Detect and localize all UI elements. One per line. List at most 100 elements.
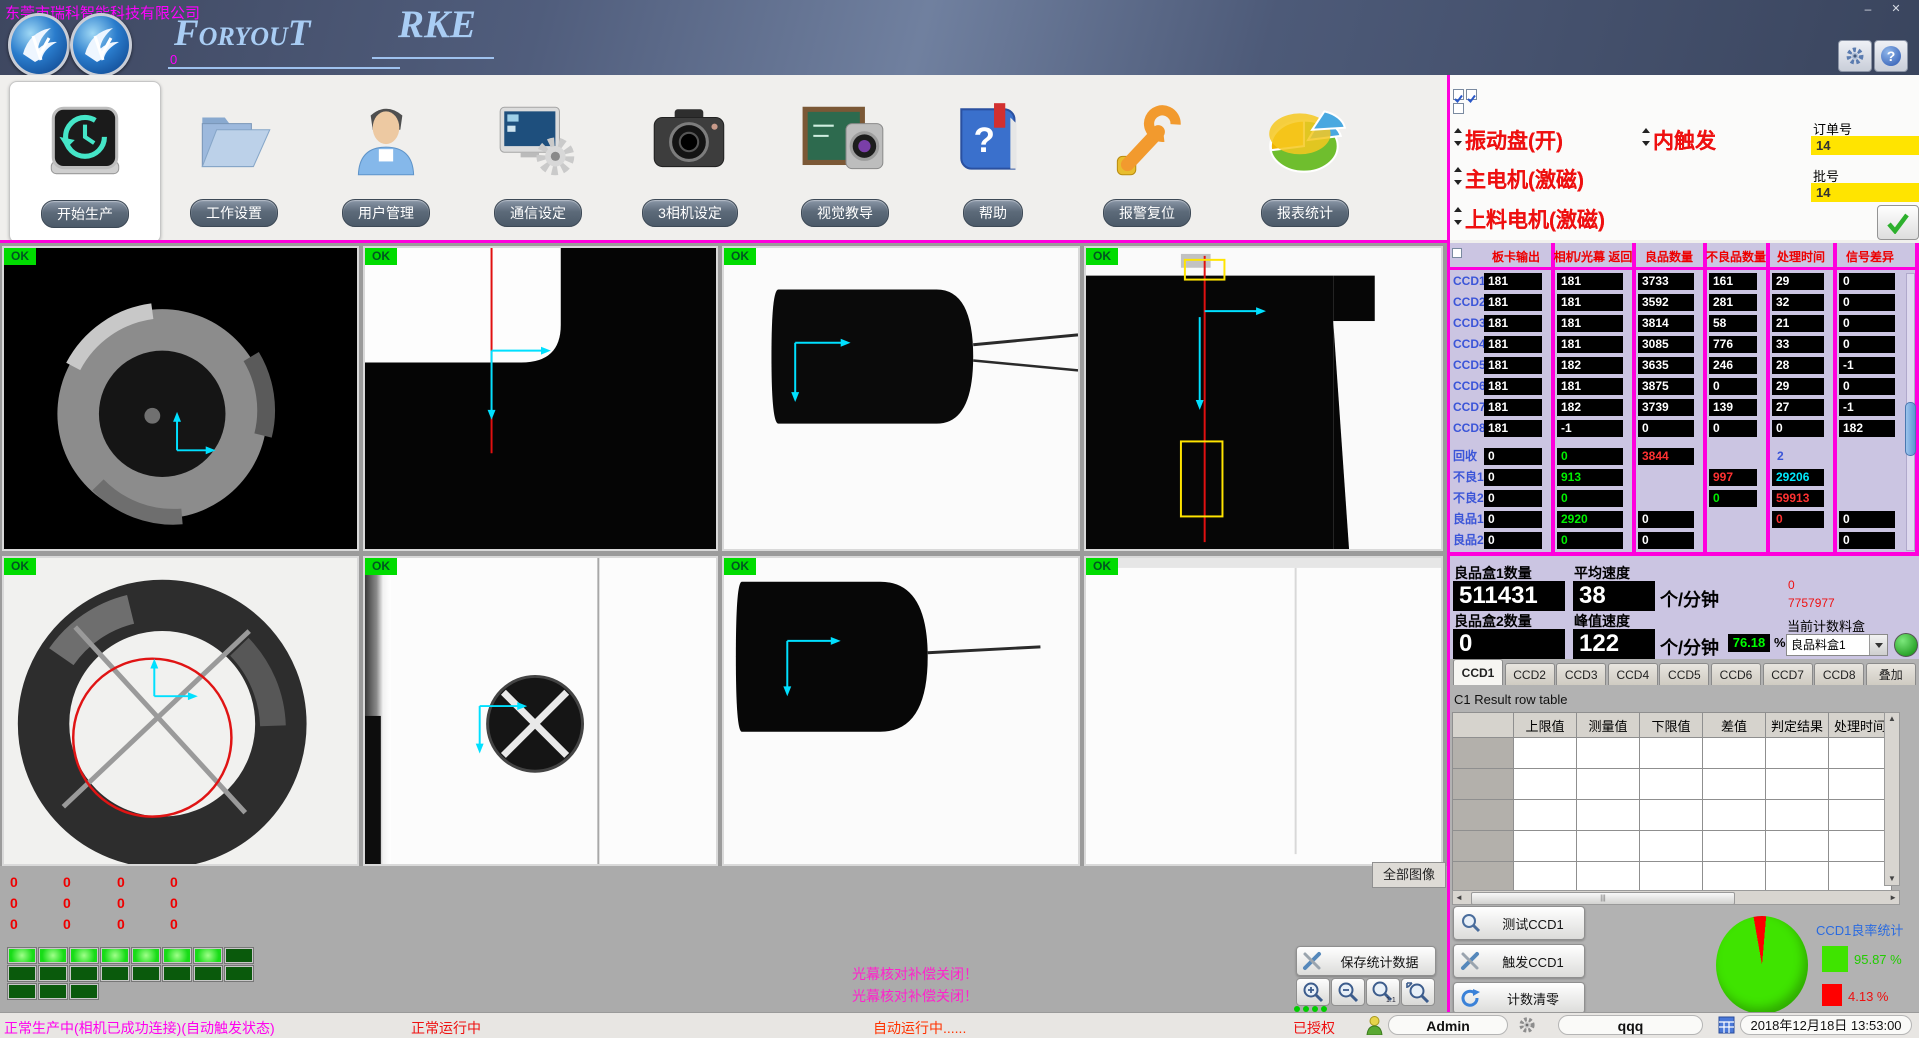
toolbar-label[interactable]: 通信设定 — [494, 199, 582, 227]
scroll-up-icon[interactable]: ▲ — [1885, 713, 1899, 725]
toolbar-label[interactable]: 3相机设定 — [642, 199, 738, 227]
toolbar-label[interactable]: 工作设置 — [190, 199, 278, 227]
toolbar-label[interactable]: 报表统计 — [1261, 199, 1349, 227]
scroll-down-icon[interactable]: ▼ — [1885, 873, 1899, 885]
tab-ccd5[interactable]: CCD5 — [1659, 663, 1709, 685]
help-button[interactable]: ? — [1874, 40, 1908, 72]
camera-panel-8[interactable]: OK — [1084, 556, 1443, 866]
camera-panel-5[interactable]: OK — [2, 556, 359, 866]
toolbar-item-vision-teach[interactable]: 视觉教导 — [770, 81, 920, 241]
toolbar-label[interactable]: 开始生产 — [41, 200, 129, 228]
toolbar-label[interactable]: 报警复位 — [1103, 199, 1191, 227]
toolbar-item-alarm-reset[interactable]: 报警复位 — [1072, 81, 1222, 241]
tray-select[interactable]: 良品料盒1 — [1786, 634, 1888, 656]
all-images-button[interactable]: 全部图像 — [1372, 862, 1446, 888]
toolbar-item-report-stats[interactable]: 报表统计 — [1230, 81, 1380, 241]
camera-panel-7[interactable]: OK — [722, 556, 1080, 866]
light-curtain-message-2: 光幕核对补偿关闭！ — [852, 986, 978, 1006]
toolbar-item-user-management[interactable]: 用户管理 — [311, 81, 461, 241]
vibration-control[interactable]: 振动盘(开) — [1465, 125, 1563, 155]
result-row-header — [1453, 769, 1514, 800]
checkbox-3[interactable] — [1453, 103, 1464, 114]
main-motor-spinner[interactable] — [1454, 167, 1463, 185]
batch-number-field[interactable]: 14 — [1811, 183, 1919, 202]
save-stats-button[interactable]: 保存统计数据 — [1296, 946, 1436, 976]
tab-ccd3[interactable]: CCD3 — [1556, 663, 1606, 685]
operator-name[interactable]: qqq — [1558, 1015, 1703, 1035]
toolbar-item-work-settings[interactable]: 工作设置 — [159, 81, 309, 241]
column-separator — [1833, 243, 1837, 556]
tab-ccd6[interactable]: CCD6 — [1711, 663, 1761, 685]
tab-ccd7[interactable]: CCD7 — [1763, 663, 1813, 685]
checkbox-1[interactable] — [1453, 89, 1464, 100]
order-number-field[interactable]: 14 — [1811, 136, 1919, 155]
ok-badge: OK — [4, 558, 36, 575]
result-row — [1453, 800, 1892, 831]
table-cell: 3875 — [1638, 378, 1694, 395]
toolbar-item-comm-settings[interactable]: 通信设定 — [463, 81, 613, 241]
inner-trigger-spinner[interactable] — [1642, 128, 1651, 146]
scroll-left-icon[interactable]: ◄ — [1455, 891, 1463, 904]
camera-image-5 — [4, 558, 357, 864]
main-motor-control[interactable]: 主电机(激磁) — [1465, 164, 1584, 194]
counter-value: 0 — [63, 895, 71, 911]
ok-badge: OK — [1086, 248, 1118, 265]
magnifier-icon — [1460, 913, 1482, 933]
confirm-button[interactable] — [1877, 205, 1919, 240]
table-header-checkbox[interactable] — [1452, 248, 1462, 258]
vibration-spinner[interactable] — [1454, 128, 1463, 146]
zoom-in-button[interactable] — [1296, 978, 1330, 1006]
toolbar-item-camera-settings[interactable]: 3相机设定 — [615, 81, 765, 241]
user-name[interactable]: Admin — [1388, 1015, 1508, 1035]
feed-motor-spinner[interactable] — [1454, 207, 1463, 225]
led-indicator — [8, 984, 36, 999]
count-reset-label: 计数清零 — [1482, 989, 1584, 1008]
table-cell: 181 — [1557, 294, 1623, 311]
peak-unit: 个/分钟 — [1660, 634, 1719, 660]
result-row — [1453, 738, 1892, 769]
test-ccd1-button[interactable]: 测试CCD1 — [1453, 906, 1585, 940]
camera-panel-3[interactable]: OK — [722, 246, 1080, 551]
tab-ccd4[interactable]: CCD4 — [1608, 663, 1658, 685]
table-scrollbar[interactable] — [1906, 273, 1915, 551]
result-cell — [1640, 831, 1703, 862]
zoom-out-button[interactable] — [1331, 978, 1365, 1006]
toolbar-label[interactable]: 视觉教导 — [801, 199, 889, 227]
minimize-button[interactable]: – — [1858, 2, 1878, 17]
inner-trigger-control[interactable]: 内触发 — [1653, 125, 1716, 155]
tab-叠加[interactable]: 叠加 — [1866, 663, 1916, 685]
row-label: CCD8 — [1453, 420, 1486, 437]
feed-motor-control[interactable]: 上料电机(激磁) — [1465, 204, 1605, 234]
trigger-ccd1-label: 触发CCD1 — [1482, 952, 1584, 971]
row-label: 良品2 — [1453, 532, 1484, 549]
running-status: 正常运行中 — [411, 1018, 481, 1038]
hscrollbar-thumb[interactable]: ||| — [1471, 892, 1735, 905]
toolbar-label[interactable]: 帮助 — [963, 199, 1023, 227]
count-reset-button[interactable]: 计数清零 — [1453, 982, 1585, 1014]
tab-ccd8[interactable]: CCD8 — [1814, 663, 1864, 685]
scroll-right-icon[interactable]: ► — [1889, 891, 1897, 904]
result-cell — [1703, 769, 1766, 800]
result-vscrollbar[interactable]: ▲ ▼ — [1884, 712, 1900, 886]
result-hscrollbar[interactable]: ◄ ► ||| — [1452, 890, 1900, 905]
settings-button[interactable] — [1838, 40, 1872, 72]
dropdown-arrow-icon[interactable] — [1869, 635, 1887, 655]
table-scrollbar-thumb[interactable] — [1905, 402, 1916, 456]
camera-panel-1[interactable]: OK — [2, 246, 359, 551]
close-button[interactable]: ✕ — [1886, 2, 1906, 17]
table-cell: 29 — [1772, 273, 1824, 290]
result-table-title: C1 Result row table — [1454, 692, 1567, 707]
toolbar-item-help[interactable]: ? 帮助 — [918, 81, 1068, 241]
tab-ccd2[interactable]: CCD2 — [1505, 663, 1555, 685]
zoom-fit-button[interactable] — [1401, 978, 1435, 1006]
checkbox-2[interactable] — [1466, 89, 1477, 100]
toolbar-item-start-production[interactable]: 开始生产 — [9, 81, 161, 243]
camera-panel-2[interactable]: OK — [363, 246, 718, 551]
trigger-ccd1-button[interactable]: 触发CCD1 — [1453, 944, 1585, 978]
toolbar-label[interactable]: 用户管理 — [342, 199, 430, 227]
pie-title: CCD1良率统计 — [1816, 920, 1903, 939]
zoom-1-1-button[interactable]: 1:1 — [1366, 978, 1400, 1006]
tab-ccd1[interactable]: CCD1 — [1453, 659, 1503, 685]
camera-panel-6[interactable]: OK — [363, 556, 718, 866]
camera-panel-4[interactable]: OK — [1084, 246, 1443, 551]
